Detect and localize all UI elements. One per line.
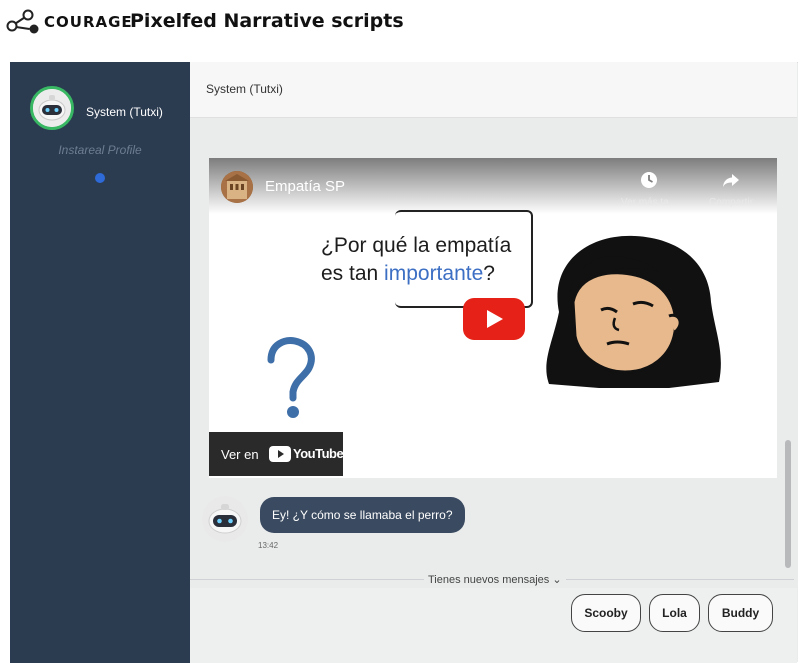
headline-frame <box>395 210 533 308</box>
reply-option-lola[interactable]: Lola <box>649 594 700 632</box>
youtube-wordmark: YouTube <box>293 446 344 461</box>
building-icon <box>221 171 253 203</box>
watch-on-youtube-button[interactable]: Ver en YouTube <box>209 432 344 476</box>
chat-header-title: System (Tutxi) <box>206 82 283 96</box>
headline-highlight: importante <box>384 262 484 285</box>
online-status-indicator <box>95 173 105 183</box>
new-messages-label[interactable]: Tienes nuevos mensajes ⌄ <box>424 573 566 586</box>
sidebar-user-name[interactable]: System (Tutxi) <box>86 105 163 119</box>
chat-header: System (Tutxi) <box>190 62 797 118</box>
watch-on-label: Ver en <box>221 447 259 462</box>
share-icon <box>723 174 739 187</box>
girl-illustration <box>546 235 721 388</box>
youtube-logo-icon <box>269 446 291 462</box>
robot-icon <box>208 504 242 534</box>
instareal-profile-link[interactable]: Instareal Profile <box>10 143 190 157</box>
brand-name: COURAGE <box>44 13 133 31</box>
channel-thumbnail[interactable] <box>221 171 253 203</box>
clock-icon <box>641 172 657 188</box>
courage-logo-icon <box>6 9 39 34</box>
reply-option-scooby[interactable]: Scooby <box>571 594 641 632</box>
play-button-icon[interactable] <box>463 298 525 340</box>
message-bubble: Ey! ¿Y cómo se llamaba el perro? <box>260 497 465 533</box>
question-mark-illustration <box>267 337 315 418</box>
video-channel-name[interactable]: Empatía SP <box>265 178 345 195</box>
reply-options-bar: Scooby Lola Buddy <box>190 588 797 663</box>
robot-icon <box>33 89 71 127</box>
video-headline-line2: es tan importante? <box>321 262 495 286</box>
watch-later-label: Ver más ta... <box>620 197 678 208</box>
scrollbar-thumb[interactable] <box>785 440 791 568</box>
new-messages-divider[interactable]: Tienes nuevos mensajes ⌄ <box>190 570 797 588</box>
share-label: Compartir <box>709 197 753 208</box>
message-sender-avatar <box>202 496 248 542</box>
youtube-embed[interactable]: Empatía SP Ver más ta... Compartir ¿Por … <box>209 158 777 478</box>
watch-later-button[interactable]: Ver más ta... <box>614 170 684 208</box>
sidebar: System (Tutxi) Instareal Profile <box>10 62 190 663</box>
top-bar: COURAGE Pixelfed Narrative scripts <box>0 0 802 46</box>
share-button[interactable]: Compartir <box>696 170 766 208</box>
headline-prefix: es tan <box>321 262 385 285</box>
reply-option-buddy[interactable]: Buddy <box>708 594 773 632</box>
page-title: Pixelfed Narrative scripts <box>130 10 404 32</box>
message-timestamp: 13:42 <box>258 541 279 550</box>
avatar[interactable] <box>30 86 74 130</box>
headline-suffix: ? <box>483 262 495 285</box>
video-headline-line1: ¿Por qué la empatía <box>321 234 512 257</box>
chat-scrollbar[interactable] <box>785 440 791 568</box>
